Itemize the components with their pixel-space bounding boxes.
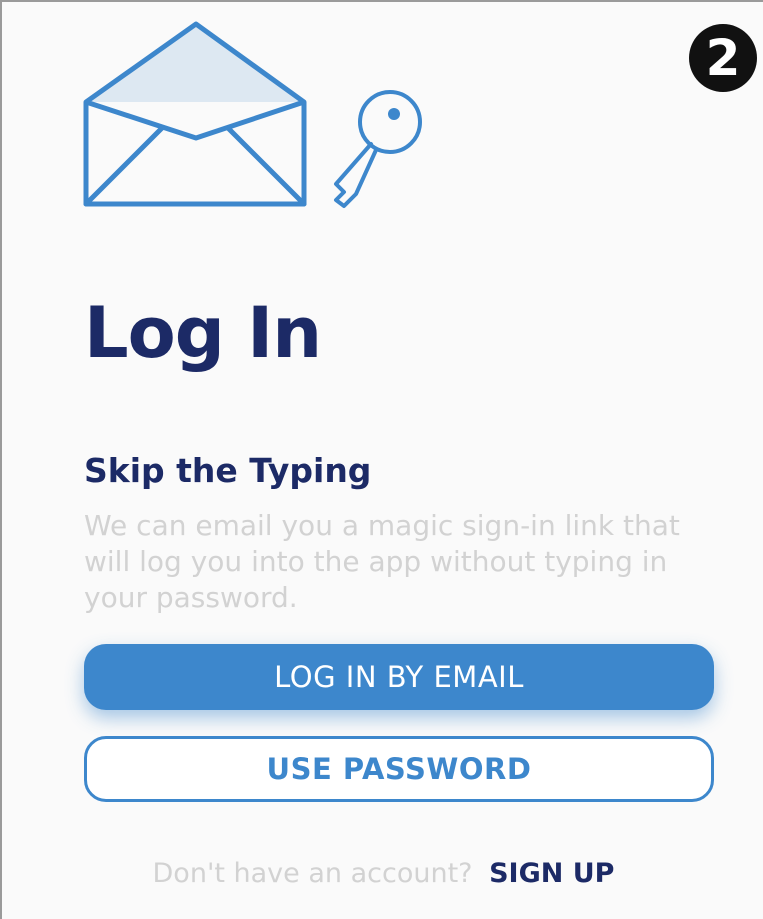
sign-up-link[interactable]: SIGN UP <box>489 858 614 889</box>
page-title: Log In <box>84 292 322 374</box>
signup-row: Don't have an account? SIGN UP <box>2 858 763 889</box>
login-screen: 2 Log In Skip the Typing We can email yo… <box>0 0 763 919</box>
signup-prompt: Don't have an account? <box>152 858 473 889</box>
key-icon <box>334 90 422 208</box>
section-description: We can email you a magic sign-in link th… <box>84 509 680 614</box>
log-in-by-email-button[interactable]: LOG IN BY EMAIL <box>84 644 714 710</box>
hero-illustration <box>78 20 438 220</box>
envelope-icon <box>83 21 307 207</box>
section-title: Skip the Typing <box>84 451 372 490</box>
step-number-badge: 2 <box>689 24 757 92</box>
use-password-button[interactable]: USE PASSWORD <box>84 736 714 802</box>
